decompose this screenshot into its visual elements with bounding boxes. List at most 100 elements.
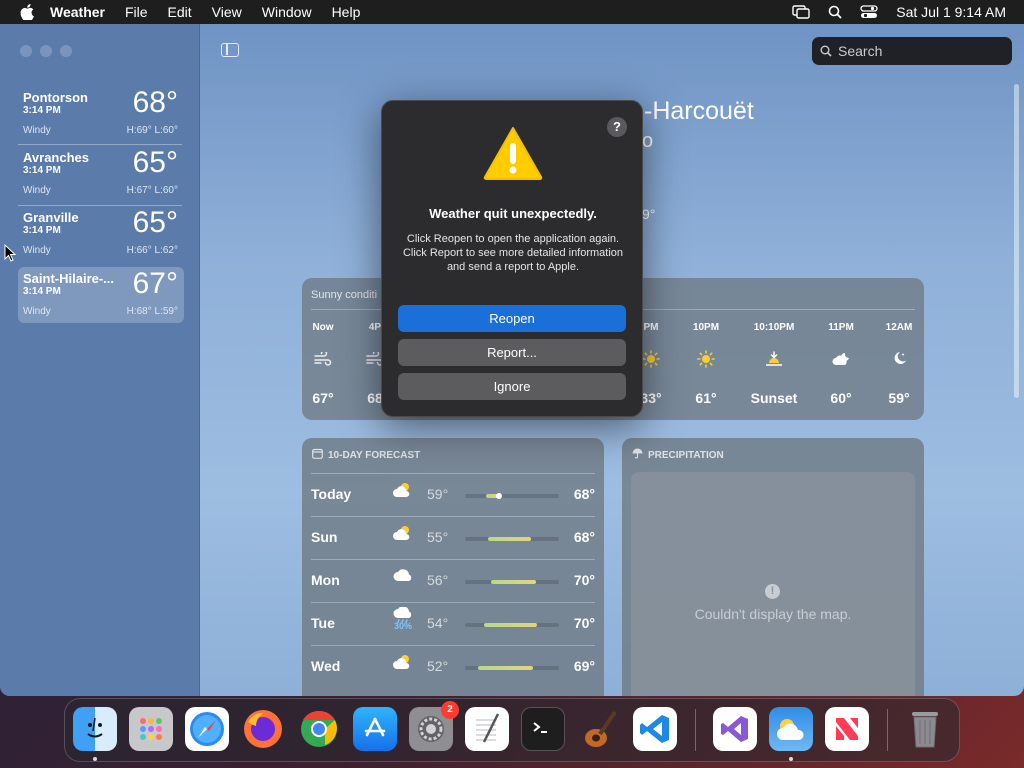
ignore-button[interactable]: Ignore bbox=[398, 373, 626, 400]
search-field[interactable]: Search bbox=[812, 37, 1012, 65]
forecast-day: Sun bbox=[311, 529, 338, 545]
dock: 2 bbox=[64, 698, 960, 762]
chrome-icon[interactable] bbox=[297, 707, 341, 751]
notification-badge: 2 bbox=[441, 701, 459, 719]
crash-dialog: ? Weather quit unexpectedly. Click Reope… bbox=[381, 100, 643, 417]
location-item-avranches[interactable]: Avranches 3:14 PM Windy 65° H:67° L:60° bbox=[18, 146, 184, 202]
spotlight-search-icon[interactable] bbox=[828, 5, 842, 19]
menu-help[interactable]: Help bbox=[332, 4, 361, 20]
menu-edit[interactable]: Edit bbox=[168, 4, 192, 20]
mouse-cursor-icon bbox=[4, 243, 17, 267]
info-icon: ! bbox=[765, 584, 780, 599]
forecast-row: Tue 30% 54° 70° bbox=[311, 602, 595, 645]
ten-day-forecast-card: 10-DAY FORECAST Today 59° 68° Sun 55° 68° Mon 5… bbox=[302, 438, 604, 696]
textedit-icon[interactable] bbox=[465, 707, 509, 751]
location-item-granville[interactable]: Granville 3:14 PM Windy 65° H:66° L:62° bbox=[18, 206, 184, 262]
precipitation-map[interactable]: ! Couldn't display the map. bbox=[631, 472, 915, 696]
location-name: Granville bbox=[23, 210, 79, 225]
wind-icon bbox=[295, 340, 351, 378]
running-indicator bbox=[93, 757, 97, 761]
city-title: -Harcouët bbox=[644, 97, 754, 125]
forecast-heading: 10-DAY FORECAST bbox=[312, 448, 420, 462]
location-temp: 68° bbox=[132, 86, 178, 119]
minimize-window-button[interactable] bbox=[40, 45, 52, 57]
control-center-icon[interactable] bbox=[860, 5, 878, 19]
warning-icon bbox=[482, 125, 544, 186]
forecast-low: 59° bbox=[427, 486, 449, 502]
help-button[interactable]: ? bbox=[607, 117, 627, 137]
hour-label: 10PM bbox=[692, 322, 720, 333]
menu-window[interactable]: Window bbox=[262, 4, 312, 20]
dock-separator bbox=[887, 709, 888, 751]
app-store-icon[interactable] bbox=[353, 707, 397, 751]
location-condition: Windy bbox=[23, 245, 51, 256]
visual-studio-icon[interactable] bbox=[713, 707, 757, 751]
sunset-icon bbox=[738, 340, 810, 378]
location-time: 3:14 PM bbox=[23, 286, 61, 297]
hour-item: 11PM 60° bbox=[813, 322, 869, 406]
partly-sunny-icon bbox=[391, 481, 415, 509]
menu-app-name[interactable]: Weather bbox=[50, 4, 105, 20]
location-condition: Windy bbox=[23, 125, 51, 136]
forecast-row: Sun 55° 68° bbox=[311, 516, 595, 559]
screen-mirroring-icon[interactable] bbox=[792, 5, 810, 19]
vscode-icon[interactable] bbox=[633, 707, 677, 751]
precipitation-card: PRECIPITATION ! Couldn't display the map… bbox=[622, 438, 924, 696]
running-indicator bbox=[789, 757, 793, 761]
location-item-pontorson[interactable]: Pontorson 3:14 PM Windy 68° H:69° L:60° bbox=[18, 86, 184, 142]
cloud-moon-icon bbox=[813, 340, 869, 378]
hour-temp: 67° bbox=[312, 390, 334, 406]
location-time: 3:14 PM bbox=[23, 105, 61, 116]
forecast-row: Mon 56° 70° bbox=[311, 559, 595, 602]
partly-sunny-icon bbox=[391, 524, 415, 552]
location-item-saint-hilaire[interactable]: Saint-Hilaire-... 3:14 PM Windy 67° H:68… bbox=[18, 267, 184, 323]
forecast-low: 56° bbox=[427, 572, 449, 588]
hour-label: 10:10PM bbox=[753, 322, 795, 333]
menu-file[interactable]: File bbox=[125, 4, 148, 20]
dialog-message: Click Reopen to open the application aga… bbox=[402, 233, 624, 273]
sidebar-toggle-icon[interactable] bbox=[221, 43, 239, 57]
terminal-icon[interactable] bbox=[521, 707, 565, 751]
precipitation-heading-label: PRECIPITATION bbox=[648, 449, 724, 461]
location-time: 3:14 PM bbox=[23, 225, 61, 236]
rain-cloud-icon: 30% bbox=[391, 607, 415, 635]
zoom-window-button[interactable] bbox=[60, 45, 72, 57]
location-condition: Windy bbox=[23, 306, 51, 317]
news-icon[interactable] bbox=[825, 707, 869, 751]
hour-label: 11PM bbox=[828, 322, 854, 333]
location-high-low: H:67° L:60° bbox=[126, 185, 178, 196]
safari-icon[interactable] bbox=[185, 707, 229, 751]
finder-icon[interactable] bbox=[73, 707, 117, 751]
location-temp: 67° bbox=[132, 267, 178, 300]
hour-temp: 60° bbox=[830, 390, 852, 406]
hour-label: Now bbox=[312, 322, 334, 333]
weather-app-icon[interactable] bbox=[769, 707, 813, 751]
sun-icon bbox=[678, 340, 734, 378]
forecast-high: 70° bbox=[573, 615, 595, 631]
forecast-day: Today bbox=[311, 486, 352, 502]
hour-item: 12AM 59° bbox=[871, 322, 927, 406]
temperature-range-bar bbox=[465, 580, 559, 584]
hour-temp: 59° bbox=[888, 390, 910, 406]
location-temp: 65° bbox=[132, 146, 178, 179]
system-settings-icon[interactable]: 2 bbox=[409, 701, 459, 751]
garageband-icon[interactable] bbox=[577, 707, 621, 751]
forecast-high: 68° bbox=[573, 486, 595, 502]
partly-sunny-icon bbox=[391, 653, 415, 681]
report-button[interactable]: Report... bbox=[398, 339, 626, 366]
forecast-high: 68° bbox=[573, 529, 595, 545]
hour-temp: 61° bbox=[695, 390, 717, 406]
firefox-icon[interactable] bbox=[241, 707, 285, 751]
trash-icon[interactable] bbox=[903, 707, 947, 751]
menu-view[interactable]: View bbox=[212, 4, 242, 20]
reopen-button[interactable]: Reopen bbox=[398, 305, 626, 332]
umbrella-icon bbox=[632, 448, 643, 462]
scrollbar[interactable] bbox=[1014, 84, 1019, 398]
launchpad-icon[interactable] bbox=[129, 707, 173, 751]
menu-clock[interactable]: Sat Jul 1 9:14 AM bbox=[896, 4, 1006, 20]
location-name: Saint-Hilaire-... bbox=[23, 271, 115, 286]
apple-menu-icon[interactable] bbox=[18, 4, 36, 20]
forecast-high: 70° bbox=[573, 572, 595, 588]
precipitation-chance: 30% bbox=[393, 621, 412, 631]
close-window-button[interactable] bbox=[20, 45, 32, 57]
